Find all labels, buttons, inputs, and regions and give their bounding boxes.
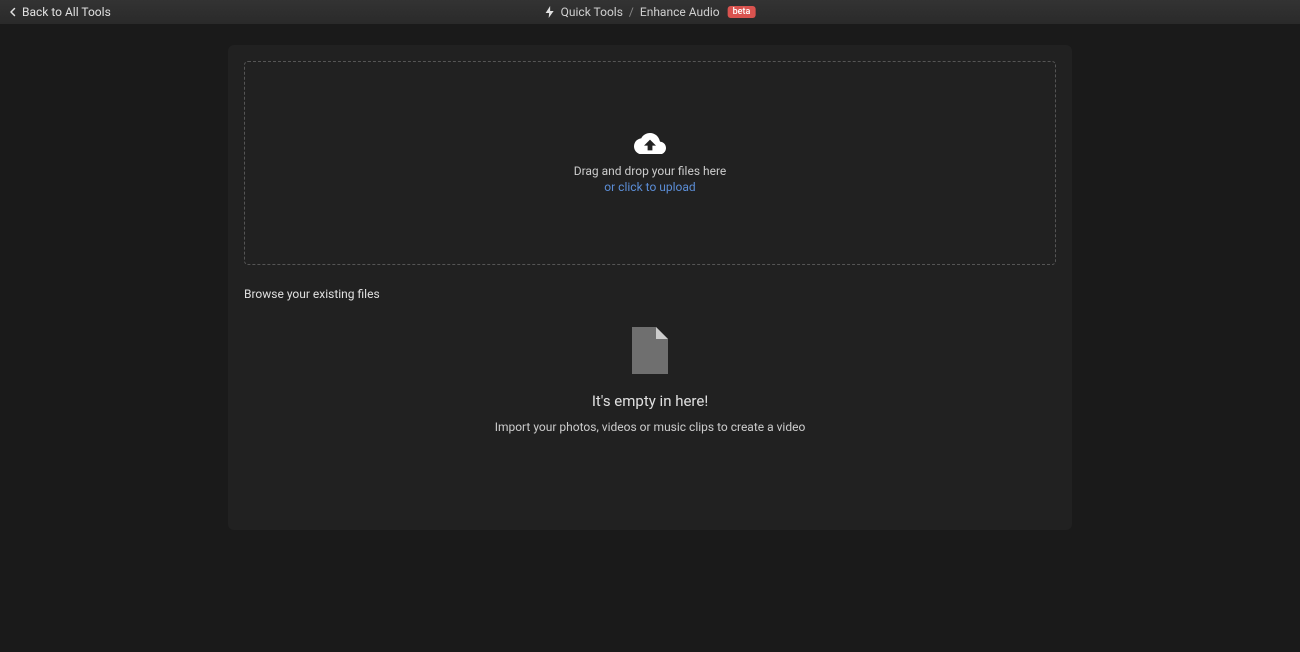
breadcrumb: Quick Tools / Enhance Audio beta [545, 5, 756, 19]
chevron-left-icon [8, 7, 18, 17]
beta-badge: beta [728, 6, 756, 18]
file-dropzone[interactable]: Drag and drop your files here or click t… [244, 61, 1056, 265]
empty-state: It's empty in here! Import your photos, … [244, 317, 1056, 514]
back-to-all-tools-link[interactable]: Back to All Tools [0, 5, 111, 19]
main-content: Drag and drop your files here or click t… [0, 25, 1300, 530]
breadcrumb-separator: / [629, 5, 634, 19]
back-link-label: Back to All Tools [22, 5, 111, 19]
browse-title: Browse your existing files [244, 287, 1056, 301]
cloud-upload-icon [634, 132, 666, 154]
header-bar: Back to All Tools Quick Tools / Enhance … [0, 0, 1300, 25]
dropzone-main-text: Drag and drop your files here [574, 164, 727, 178]
empty-state-title: It's empty in here! [592, 392, 708, 410]
empty-state-subtitle: Import your photos, videos or music clip… [495, 420, 806, 434]
browse-section: Browse your existing files It's empty in… [244, 287, 1056, 514]
dropzone-upload-link[interactable]: or click to upload [604, 180, 695, 194]
breadcrumb-quick-tools[interactable]: Quick Tools [561, 5, 623, 19]
breadcrumb-enhance-audio[interactable]: Enhance Audio [640, 5, 720, 19]
file-icon [632, 327, 668, 374]
upload-panel: Drag and drop your files here or click t… [228, 45, 1072, 530]
bolt-icon [545, 6, 555, 18]
